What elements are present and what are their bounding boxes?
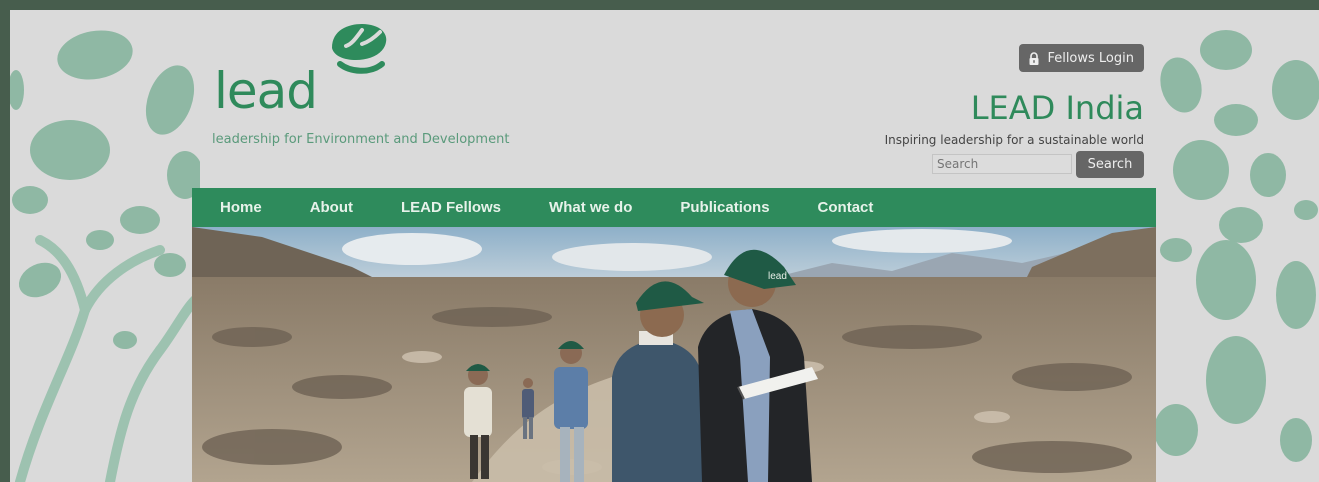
decorative-leaves-right — [1156, 30, 1319, 462]
cap-logo-text: lead — [768, 271, 787, 282]
hero-image: lead — [192, 227, 1156, 482]
leaf-icon — [332, 24, 387, 74]
lock-icon — [1029, 51, 1039, 65]
nav-item-about[interactable]: About — [310, 199, 353, 216]
nav-item-contact[interactable]: Contact — [818, 199, 874, 216]
logo-wordmark: lead — [214, 62, 318, 120]
nav-item-publications[interactable]: Publications — [680, 199, 769, 216]
nav-item-what-we-do[interactable]: What we do — [549, 199, 632, 216]
logo-tagline: leadership for Environment and Developme… — [212, 132, 510, 147]
site-header: lead leadership for Environment and Deve… — [192, 10, 1156, 188]
nav-item-home[interactable]: Home — [220, 199, 262, 216]
page-background: lead leadership for Environment and Deve… — [10, 10, 1319, 482]
search-button[interactable]: Search — [1076, 151, 1144, 178]
fellows-login-button[interactable]: Fellows Login — [1019, 44, 1144, 72]
fellows-login-label: Fellows Login — [1047, 50, 1134, 66]
search-input[interactable] — [932, 154, 1072, 174]
decorative-leaves-left — [10, 30, 200, 482]
site-tagline: Inspiring leadership for a sustainable w… — [884, 133, 1144, 147]
main-navigation: Home About LEAD Fellows What we do Publi… — [192, 188, 1156, 227]
site-logo[interactable]: lead leadership for Environment and Deve… — [192, 10, 592, 150]
nav-item-lead-fellows[interactable]: LEAD Fellows — [401, 199, 501, 216]
site-title: LEAD India — [970, 89, 1144, 127]
